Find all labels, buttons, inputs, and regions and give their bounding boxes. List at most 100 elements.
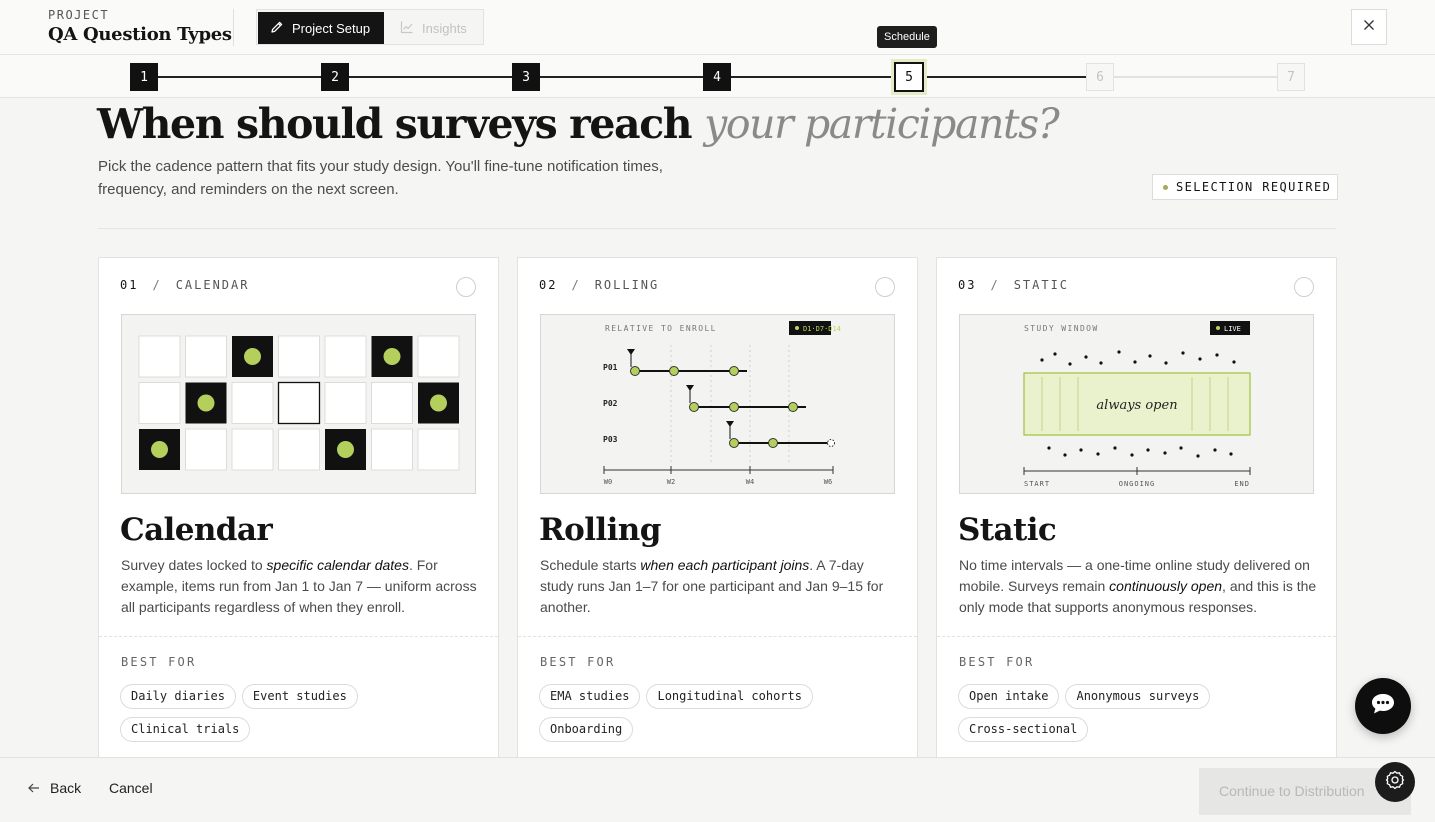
card-desc-emphasis: when each participant joins bbox=[640, 557, 810, 573]
tag: Longitudinal cohorts bbox=[646, 684, 813, 709]
selection-required-label: SELECTION REQUIRED bbox=[1176, 180, 1332, 194]
live-dot-icon bbox=[1216, 326, 1220, 330]
step-3[interactable]: 3 bbox=[512, 63, 540, 91]
card-divider bbox=[518, 636, 917, 637]
survey-dot-icon bbox=[337, 441, 354, 458]
calendar-cell bbox=[231, 382, 274, 424]
radio-static[interactable] bbox=[1294, 277, 1314, 297]
illus-badge-text: D1·D7·D14 bbox=[803, 325, 841, 333]
axis-tick: W4 bbox=[746, 478, 754, 486]
axis-tick: END bbox=[1234, 480, 1250, 488]
project-title: QA Question Types bbox=[48, 24, 232, 45]
card-title: Static bbox=[958, 512, 1057, 548]
tab-project-setup[interactable]: Project Setup bbox=[258, 12, 384, 44]
wizard-footer: Back Cancel Continue to Distribution bbox=[0, 757, 1435, 822]
step-connector bbox=[539, 76, 704, 78]
card-header: 03/STATIC bbox=[958, 278, 1070, 292]
option-card-static[interactable]: 03/STATIC STUDY WINDOW LIVE always open bbox=[936, 257, 1337, 777]
best-for-label: BEST FOR bbox=[121, 655, 197, 669]
step-6[interactable]: 6 bbox=[1086, 63, 1114, 91]
tag: Daily diaries bbox=[120, 684, 236, 709]
selection-required-badge: SELECTION REQUIRED bbox=[1152, 174, 1338, 200]
survey-dot-icon bbox=[244, 348, 261, 365]
tag: Open intake bbox=[958, 684, 1060, 709]
card-desc-emphasis: specific calendar dates bbox=[266, 557, 409, 573]
status-dot-icon bbox=[1163, 184, 1168, 190]
step-connector bbox=[730, 76, 895, 78]
page-title-main: When should surveys reach bbox=[97, 100, 693, 148]
step-connector bbox=[1113, 76, 1278, 78]
step-5[interactable]: 5 bbox=[894, 62, 924, 92]
card-category: STATIC bbox=[1013, 278, 1070, 292]
axis-tick: W6 bbox=[824, 478, 832, 486]
card-desc-text: Survey dates locked to bbox=[121, 557, 267, 573]
calendar-cell bbox=[324, 382, 367, 424]
close-button[interactable] bbox=[1351, 9, 1387, 45]
section-divider bbox=[98, 228, 1336, 229]
option-card-rolling[interactable]: 02/ROLLING RELATIVE TO ENROLL D1·D7·D14 … bbox=[517, 257, 918, 777]
cancel-button[interactable]: Cancel bbox=[109, 780, 153, 796]
row-label: P02 bbox=[603, 399, 618, 408]
view-switcher: Project Setup Insights bbox=[256, 9, 484, 45]
page-description: Pick the cadence pattern that fits your … bbox=[98, 158, 663, 198]
axis-tick: W2 bbox=[667, 478, 675, 486]
card-category: CALENDAR bbox=[175, 278, 250, 292]
calendar-grid-icon bbox=[138, 335, 460, 471]
card-description: Survey dates locked to specific calendar… bbox=[121, 555, 481, 618]
row-label: P03 bbox=[603, 435, 618, 444]
arrow-left-icon bbox=[28, 780, 40, 796]
calendar-cell bbox=[417, 428, 460, 471]
survey-dot-icon bbox=[430, 394, 447, 412]
calendar-cell bbox=[417, 335, 460, 378]
chart-icon bbox=[400, 20, 414, 37]
settings-button[interactable] bbox=[1375, 762, 1415, 802]
step-connector bbox=[922, 76, 1087, 78]
card-description: No time intervals — a one-time online st… bbox=[959, 555, 1319, 618]
calendar-cell bbox=[138, 382, 181, 424]
illus-caption: STUDY WINDOW bbox=[1024, 324, 1099, 333]
always-open-label: always open bbox=[1096, 398, 1177, 413]
best-for-label: BEST FOR bbox=[959, 655, 1035, 669]
radio-calendar[interactable] bbox=[456, 277, 476, 297]
close-icon bbox=[1363, 18, 1375, 36]
static-window-icon: STUDY WINDOW LIVE always open START ONGO… bbox=[1023, 321, 1251, 488]
back-button[interactable]: Back bbox=[28, 780, 81, 796]
step-7[interactable]: 7 bbox=[1277, 63, 1305, 91]
tag: EMA studies bbox=[539, 684, 641, 709]
chat-bubble-icon bbox=[1370, 692, 1396, 721]
row-label: P01 bbox=[603, 363, 618, 372]
calendar-cell bbox=[371, 382, 413, 424]
step-1[interactable]: 1 bbox=[130, 63, 158, 91]
card-header: 02/ROLLING bbox=[539, 278, 660, 292]
calendar-illustration bbox=[121, 314, 476, 494]
tag-list: EMA studies Longitudinal cohorts Onboard… bbox=[539, 684, 899, 742]
header-divider bbox=[233, 9, 234, 46]
card-number: 01 bbox=[120, 278, 139, 292]
live-dot-icon bbox=[795, 326, 799, 330]
rolling-timeline-icon: RELATIVE TO ENROLL D1·D7·D14 P01 P02 P03 bbox=[603, 321, 841, 486]
rolling-illustration: RELATIVE TO ENROLL D1·D7·D14 P01 P02 P03 bbox=[540, 314, 895, 494]
survey-dot-icon bbox=[151, 441, 168, 458]
static-illustration: STUDY WINDOW LIVE always open START ONGO… bbox=[959, 314, 1314, 494]
step-4[interactable]: 4 bbox=[703, 63, 731, 91]
card-desc-text: Schedule starts bbox=[540, 557, 641, 573]
card-number: 03 bbox=[958, 278, 977, 292]
calendar-cell bbox=[277, 381, 321, 425]
option-card-calendar[interactable]: 01/CALENDAR Calendar Survey dates locked… bbox=[98, 257, 499, 777]
step-2[interactable]: 2 bbox=[321, 63, 349, 91]
radio-rolling[interactable] bbox=[875, 277, 895, 297]
calendar-cell bbox=[185, 428, 227, 471]
pencil-icon bbox=[270, 20, 284, 37]
illus-badge-text: LIVE bbox=[1224, 325, 1241, 333]
calendar-cell bbox=[324, 335, 367, 378]
card-header: 01/CALENDAR bbox=[120, 278, 250, 292]
tab-insights[interactable]: Insights bbox=[388, 12, 482, 44]
illus-caption: RELATIVE TO ENROLL bbox=[605, 324, 717, 333]
chat-button[interactable] bbox=[1355, 678, 1411, 734]
card-divider bbox=[937, 636, 1336, 637]
card-desc-emphasis: continuously open bbox=[1109, 578, 1223, 594]
back-label: Back bbox=[50, 780, 82, 796]
card-number: 02 bbox=[539, 278, 558, 292]
wizard-stepper: 1 2 3 4 5 6 7 bbox=[0, 55, 1435, 98]
calendar-cell bbox=[278, 428, 320, 471]
